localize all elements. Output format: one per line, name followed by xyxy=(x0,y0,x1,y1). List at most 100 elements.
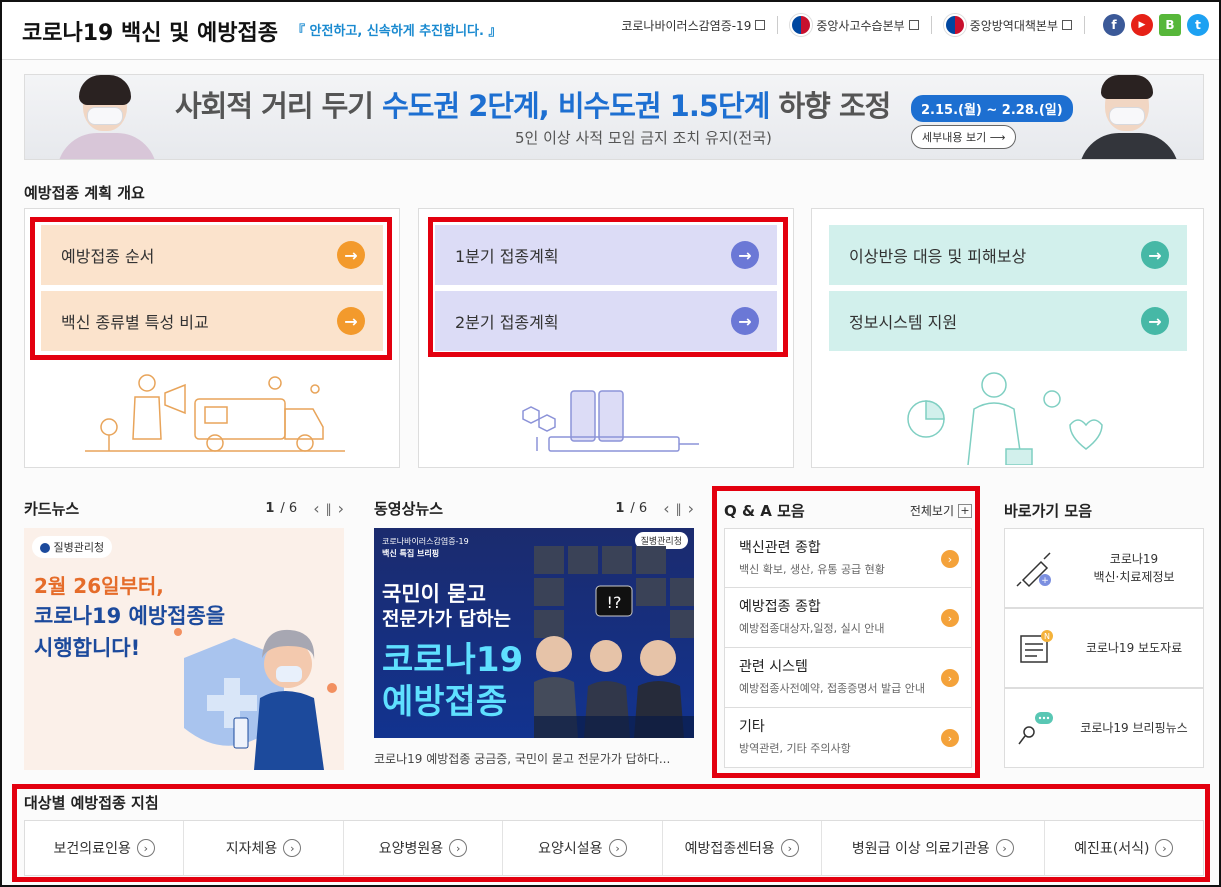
top-links: 코로나바이러스감염증-19 중앙사고수습본부 중앙방역대책본부 f ▶ B t xyxy=(621,14,1209,36)
chevron-right-icon: › xyxy=(1155,839,1174,857)
sns-links: f ▶ B t xyxy=(1103,14,1209,36)
target-item-nursing-facility[interactable]: 요양시설용 › xyxy=(503,821,663,875)
chevron-right-icon: › xyxy=(941,609,959,627)
video-headline-2: 전문가가 답하는 xyxy=(382,608,511,630)
site-title[interactable]: 코로나19 백신 및 예방접종 xyxy=(22,15,278,47)
qa-item-title: 예방접종 종합 xyxy=(739,599,821,615)
chevron-right-icon: › xyxy=(608,839,627,857)
qa-item-vaccination[interactable]: 예방접종 종합 예방접종대상자,일정, 실시 안내 › xyxy=(724,588,972,648)
cardnews-pager: 1 / 6 ‹ ‖ › xyxy=(265,499,344,518)
target-item-label: 요양병원용 xyxy=(378,841,444,857)
twitter-icon[interactable]: t xyxy=(1187,14,1209,36)
target-item-hospital[interactable]: 병원급 이상 의료기관용 › xyxy=(822,821,1045,875)
divider xyxy=(1084,16,1085,34)
plan-button-q2[interactable]: 2분기 접종계획 → xyxy=(435,291,777,351)
video-pager: 1 / 6 ‹ ‖ › xyxy=(615,499,694,518)
shortcut-press-release[interactable]: N 코로나19 보도자료 xyxy=(1004,608,1204,688)
qa-item-system[interactable]: 관련 시스템 예방접종사전예약, 접종증명서 발급 안내 › xyxy=(724,648,972,708)
video-experts-photo: !? xyxy=(534,546,694,738)
next-icon[interactable]: › xyxy=(688,499,694,518)
plan-button-label: 2분기 접종계획 xyxy=(455,313,559,332)
external-link-icon xyxy=(908,20,919,30)
plan-button-q1[interactable]: 1분기 접종계획 → xyxy=(435,225,777,285)
plan-button-info-system[interactable]: 정보시스템 지원 → xyxy=(829,291,1187,351)
microphone-icon xyxy=(1005,708,1065,748)
kdca-logo-label: 질병관리청 xyxy=(53,541,105,554)
link-cdsh-label: 중앙사고수습본부 xyxy=(816,18,905,33)
cardnews-title: 카드뉴스 xyxy=(24,500,80,518)
link-cdc[interactable]: 중앙방역대책본부 xyxy=(943,14,1072,36)
link-cdc-label: 중앙방역대책본부 xyxy=(969,18,1058,33)
video-thumbnail[interactable]: 질병관리청 코로나바이러스감염증-19 백신 특집 브리핑 국민이 묻고 전문가… xyxy=(374,528,694,738)
pause-icon[interactable]: ‖ xyxy=(326,502,332,516)
svg-text:!?: !? xyxy=(607,593,622,612)
qa-title: Q & A 모음 xyxy=(724,502,805,520)
promo-banner[interactable]: 사회적 거리 두기 수도권 2단계, 비수도권 1.5단계 하향 조정 2.15… xyxy=(24,74,1204,160)
svg-text:+: + xyxy=(1041,576,1049,586)
qa-header: Q & A 모음 전체보기 + xyxy=(724,500,972,521)
plan-box-order: 예방접종 순서 → 백신 종류별 특성 비교 → xyxy=(24,208,400,468)
plan-box-quarter: 1분기 접종계획 → 2분기 접종계획 → xyxy=(418,208,794,468)
site-slogan: 『 안전하고, 신속하게 추진합니다. 』 xyxy=(292,24,502,39)
shortcut-label-line1: 코로나19 보도자료 xyxy=(1085,641,1183,655)
video-caption[interactable]: 코로나19 예방접종 궁금증, 국민이 묻고 전문가가 답하다... xyxy=(374,750,694,767)
banner-person-woman xyxy=(43,75,173,159)
target-item-screening-form[interactable]: 예진표(서식) › xyxy=(1045,821,1203,875)
plan-button-label: 정보시스템 지원 xyxy=(849,313,958,332)
plan-button-adverse-reaction[interactable]: 이상반응 대응 및 피해보상 → xyxy=(829,225,1187,285)
qa-item-desc: 방역관련, 기타 주의사항 xyxy=(739,742,851,755)
chevron-right-icon: › xyxy=(136,839,155,857)
target-item-medical-staff[interactable]: 보건의료인용 › xyxy=(25,821,185,875)
target-item-nursing-hospital[interactable]: 요양병원용 › xyxy=(344,821,504,875)
qa-item-desc: 예방접종사전예약, 접종증명서 발급 안내 xyxy=(739,682,926,695)
qa-item-title: 관련 시스템 xyxy=(739,659,808,675)
qa-view-all[interactable]: 전체보기 + xyxy=(910,502,972,519)
announcement-truck-illustration xyxy=(85,374,345,452)
pause-icon[interactable]: ‖ xyxy=(676,502,682,516)
qa-item-etc[interactable]: 기타 방역관련, 기타 주의사항 › xyxy=(724,708,972,768)
doctor-illustration xyxy=(907,372,1103,465)
plus-icon: + xyxy=(958,503,972,518)
prev-icon[interactable]: ‹ xyxy=(663,499,669,518)
video-page-current: 1 xyxy=(615,501,625,516)
cardnews-headline-3: 시행합니다! xyxy=(34,636,141,660)
target-item-label: 병원급 이상 의료기관용 xyxy=(851,841,990,857)
video-page-total: / 6 xyxy=(630,501,648,516)
chevron-right-icon: › xyxy=(283,839,302,857)
prev-icon[interactable]: ‹ xyxy=(313,499,319,518)
link-cdsh[interactable]: 중앙사고수습본부 xyxy=(790,14,919,36)
shortcut-briefing-news[interactable]: 코로나19 브리핑뉴스 xyxy=(1004,688,1204,768)
target-item-vaccination-center[interactable]: 예방접종센터용 › xyxy=(663,821,822,875)
qa-item-title: 기타 xyxy=(739,719,765,735)
shortcut-vaccine-info[interactable]: + 코로나19 백신·치료제정보 xyxy=(1004,528,1204,608)
svg-text:N: N xyxy=(1044,632,1050,641)
targets-title: 대상별 예방접종 지침 xyxy=(24,794,159,812)
arrow-right-icon: → xyxy=(1141,241,1169,269)
video-title: 동영상뉴스 xyxy=(374,500,444,518)
arrow-right-icon: → xyxy=(1141,307,1169,335)
chevron-right-icon: › xyxy=(780,839,799,857)
qa-item-vaccine[interactable]: 백신관련 종합 백신 확보, 생산, 유통 공급 현황 › xyxy=(724,528,972,588)
government-emblem-icon xyxy=(790,14,813,36)
cardnews-image[interactable]: 질병관리청 2월 26일부터, 코로나19 예방접종을 시행합니다! xyxy=(24,528,344,770)
youtube-icon[interactable]: ▶ xyxy=(1131,14,1153,36)
external-link-icon xyxy=(1062,20,1072,30)
plan-button-order[interactable]: 예방접종 순서 → xyxy=(41,225,383,285)
plan-button-label: 이상반응 대응 및 피해보상 xyxy=(849,247,1027,266)
banner-more-button[interactable]: 세부내용 보기 ⟶ xyxy=(911,125,1017,149)
facebook-icon[interactable]: f xyxy=(1103,14,1125,36)
link-covid19[interactable]: 코로나바이러스감염증-19 xyxy=(621,17,766,34)
blog-icon[interactable]: B xyxy=(1159,14,1181,36)
next-icon[interactable]: › xyxy=(338,499,344,518)
banner-date-badge: 2.15.(월) ~ 2.28.(일) xyxy=(911,95,1073,122)
chevron-right-icon: › xyxy=(995,839,1014,857)
plan-button-vaccine-compare[interactable]: 백신 종류별 특성 비교 → xyxy=(41,291,383,351)
banner-subtext: 5인 이상 사적 모임 금지 조치 유지(전국) xyxy=(515,129,772,147)
shortcut-label-line2: 백신·치료제정보 xyxy=(1093,570,1175,584)
syringe-icon: + xyxy=(1005,548,1065,588)
government-emblem-icon xyxy=(943,14,966,36)
grandmother-vaccine-illustration xyxy=(174,628,337,770)
banner-headline-suffix: 하향 조정 xyxy=(769,89,892,123)
target-item-local-government[interactable]: 지자체용 › xyxy=(184,821,344,875)
banner-headline: 사회적 거리 두기 수도권 2단계, 비수도권 1.5단계 하향 조정 xyxy=(175,83,892,125)
